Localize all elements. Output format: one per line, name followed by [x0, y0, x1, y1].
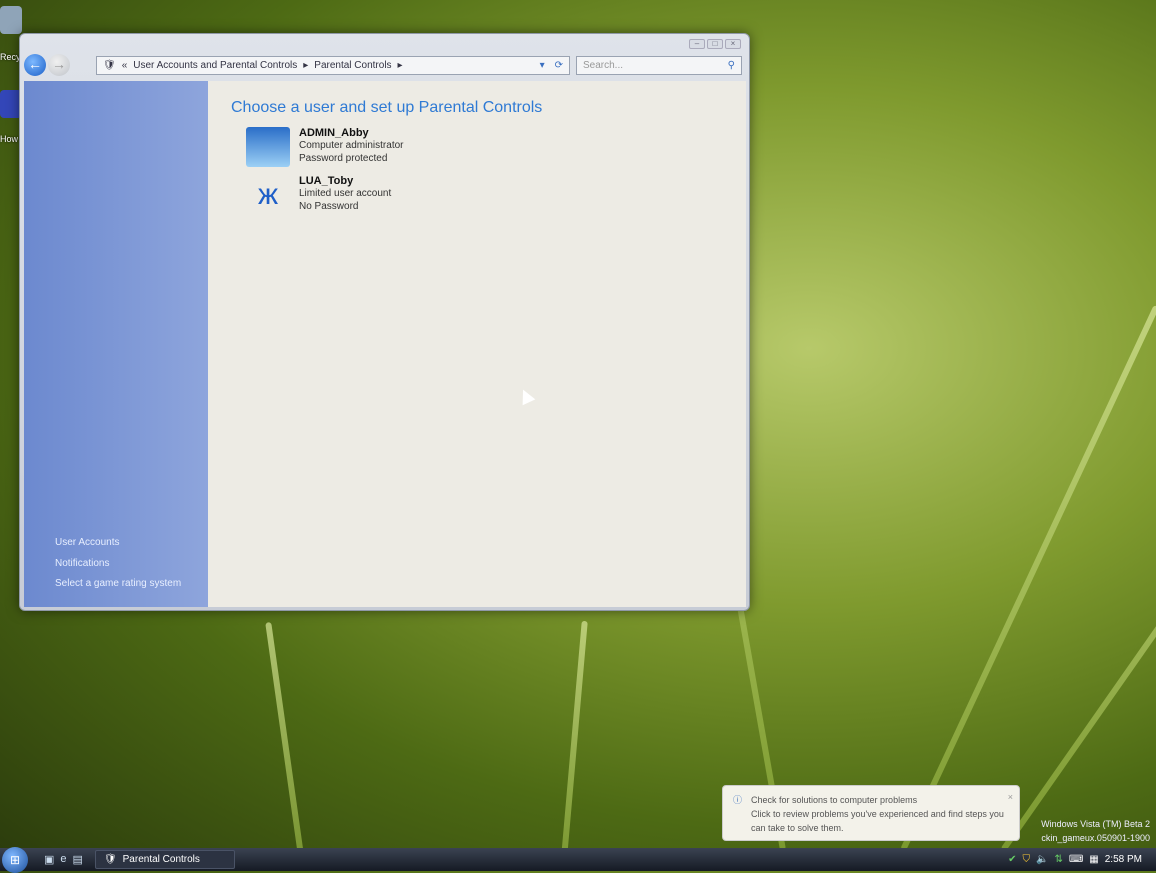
start-button[interactable]: ⊞ — [2, 846, 28, 873]
problem-reports-icon[interactable]: ✔ — [1008, 854, 1016, 865]
taskbar-button-parental-controls[interactable]: 🛡 Parental Controls — [94, 850, 235, 869]
watermark-line: ckin_gameux.050901-1900 — [1041, 833, 1150, 843]
internet-explorer-icon[interactable]: e — [60, 853, 66, 866]
user-name: LUA_Toby — [299, 175, 354, 187]
close-icon[interactable]: × — [1008, 790, 1013, 804]
keyboard-icon[interactable]: ⌨ — [1069, 854, 1083, 865]
search-placeholder: Search... — [583, 60, 624, 71]
volume-icon[interactable]: 🔈 — [1036, 854, 1048, 865]
user-type: Limited user account — [299, 188, 392, 199]
breadcrumb-item[interactable]: User Accounts and Parental Controls — [133, 60, 297, 71]
close-button[interactable]: × — [725, 39, 741, 49]
avatar — [246, 127, 290, 167]
content-pane: Choose a user and set up Parental Contro… — [208, 81, 746, 607]
system-tray: ✔ ⛉ 🔈 ⇅ ⌨ ▦ 2:58 PM — [1008, 854, 1156, 865]
grass — [265, 622, 306, 871]
show-desktop-icon[interactable]: ▣ — [44, 853, 54, 866]
breadcrumb-item[interactable]: Parental Controls — [314, 60, 391, 71]
info-icon: ⓘ — [733, 795, 743, 805]
parental-controls-window: – □ × ← → 🛡 « User Accounts and Parental… — [19, 33, 750, 611]
calendar-icon[interactable]: ▦ — [1089, 854, 1098, 865]
sidebar: User Accounts Notifications Select a gam… — [24, 81, 208, 607]
control-panel-icon: 🛡 — [103, 854, 117, 865]
user-item[interactable]: ж LUA_Toby Limited user account No Passw… — [246, 175, 391, 215]
user-name: ADMIN_Abby — [299, 127, 369, 139]
grass — [900, 304, 1156, 852]
clock[interactable]: 2:58 PM — [1105, 854, 1142, 865]
sidebar-link-game-rating[interactable]: Select a game rating system — [55, 578, 181, 589]
butterfly-avatar: ж — [246, 175, 290, 215]
page-title: Choose a user and set up Parental Contro… — [231, 99, 543, 116]
user-password: No Password — [299, 201, 359, 212]
minimize-button[interactable]: – — [689, 39, 705, 49]
forward-button[interactable]: → — [48, 54, 70, 76]
network-icon[interactable]: ⇅ — [1054, 854, 1062, 865]
user-item[interactable]: ADMIN_Abby Computer administrator Passwo… — [246, 127, 403, 167]
notification-balloon[interactable]: ⓘ × Check for solutions to computer prob… — [722, 785, 1020, 841]
security-shield-icon[interactable]: ⛉ — [1023, 854, 1031, 865]
dropdown-icon[interactable]: ▾ — [540, 60, 545, 71]
user-type: Computer administrator — [299, 140, 404, 151]
watermark-line: Windows Vista (TM) Beta 2 — [1041, 819, 1150, 829]
taskbar: ⊞ ▣ e ▤ 🛡 Parental Controls ✔ ⛉ 🔈 ⇅ ⌨ ▦ … — [0, 846, 1156, 873]
recycle-bin-icon[interactable] — [0, 6, 22, 34]
watermark: Windows Vista (TM) Beta 2 ckin_gameux.05… — [1041, 817, 1150, 845]
task-label: Parental Controls — [122, 854, 200, 865]
address-bar[interactable]: 🛡 « User Accounts and Parental Controls ▸… — [96, 56, 570, 75]
sidebar-link-user-accounts[interactable]: User Accounts — [55, 537, 119, 548]
switch-windows-icon[interactable]: ▤ — [73, 853, 83, 866]
user-password: Password protected — [299, 153, 388, 164]
search-icon[interactable]: ⚲ — [728, 60, 735, 71]
notification-title: Check for solutions to computer problems — [751, 795, 918, 805]
refresh-icon[interactable]: ⟳ — [555, 60, 563, 71]
maximize-button[interactable]: □ — [707, 39, 723, 49]
grass — [560, 620, 588, 871]
search-input[interactable]: Search... ⚲ — [576, 56, 742, 75]
sidebar-link-notifications[interactable]: Notifications — [55, 558, 109, 569]
control-panel-icon: 🛡 — [103, 60, 116, 71]
back-button[interactable]: ← — [24, 54, 46, 76]
notification-body: Click to review problems you've experien… — [751, 809, 1004, 833]
